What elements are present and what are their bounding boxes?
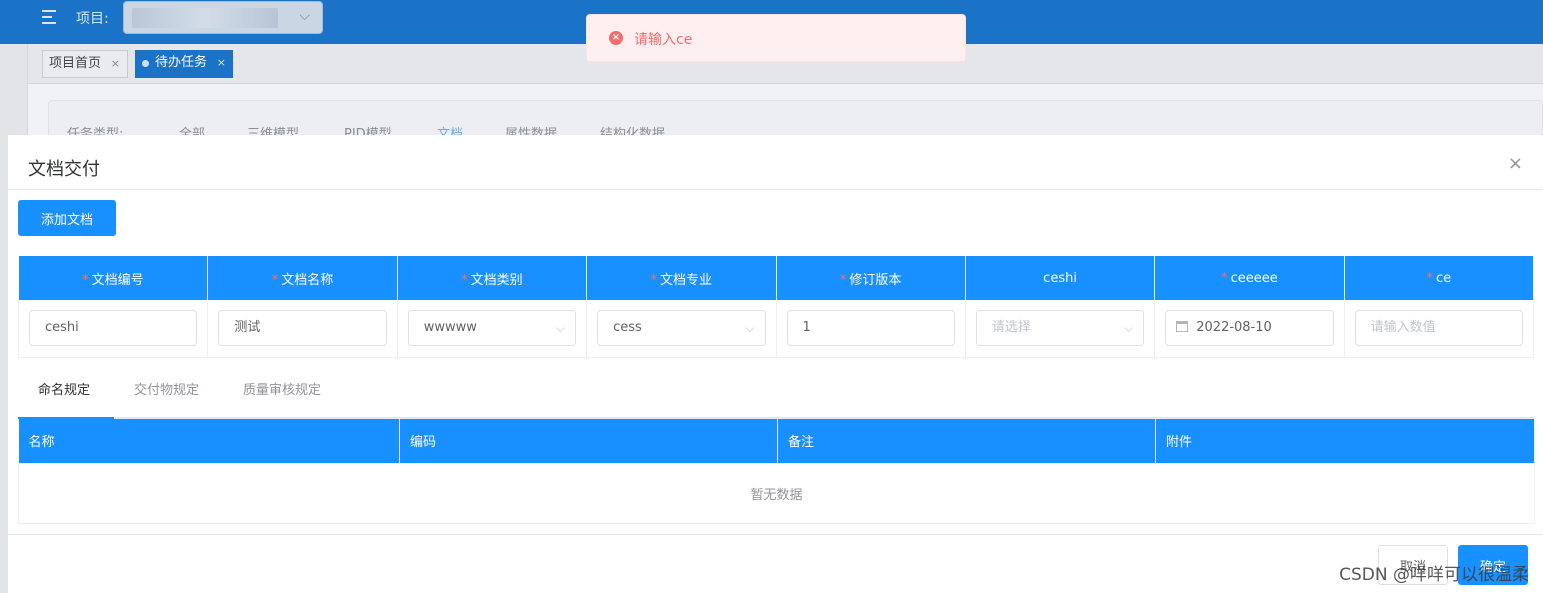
tab-deliverable-rules[interactable]: 交付物规定 <box>134 379 199 398</box>
table-row: ceshi 测试 wwwww ⌵ cess ⌵ 1 请选择 ⌵ 2022-08-10 … <box>17 300 1535 358</box>
doc-name-input[interactable]: 测试 <box>218 310 387 347</box>
ceshi-select[interactable]: 请选择 ⌵ <box>975 310 1145 347</box>
col-ce: * ce <box>1344 256 1535 300</box>
active-dot-icon <box>142 60 149 67</box>
col-doc-discipline: * 文档专业 <box>586 256 777 300</box>
dialog-title: 文档交付 <box>28 159 100 180</box>
rules-table: 名称 编码 备注 附件 暂无数据 <box>18 419 1535 524</box>
close-icon[interactable]: × <box>111 51 120 77</box>
col-attachment: 附件 <box>1155 419 1535 463</box>
col-doc-category: * 文档类别 <box>397 256 588 300</box>
tab-todo-tasks[interactable]: 待办任务 × <box>135 50 234 78</box>
col-doc-number: * 文档编号 <box>18 256 209 300</box>
table-header-row: 名称 编码 备注 附件 <box>18 419 1535 463</box>
document-delivery-dialog: 文档交付 × 添加文档 * 文档编号 * 文档名称 * 文档类别 * 文档专业 * 修订版… <box>8 135 1543 593</box>
ce-number-input[interactable]: 请输入数值 <box>1354 310 1523 347</box>
close-icon[interactable]: × <box>1508 153 1523 174</box>
doc-category-select[interactable]: wwwww ⌵ <box>407 310 577 347</box>
table-row: 暂无数据 <box>18 462 1535 524</box>
doc-number-input[interactable]: ceshi <box>29 310 198 347</box>
error-circle-icon: × <box>609 31 623 45</box>
project-select[interactable]: ⌵ <box>123 1 323 34</box>
col-ceshi: ceshi <box>965 256 1156 300</box>
doc-discipline-select[interactable]: cess ⌵ <box>597 310 766 347</box>
dialog-footer: 取消 确定 <box>8 534 1543 593</box>
col-ceeeee: * ceeeee <box>1154 256 1345 300</box>
col-name: 名称 <box>18 419 400 463</box>
rule-tabs: 命名规定 交付物规定 质量审核规定 <box>18 365 1534 419</box>
close-icon[interactable]: × <box>217 50 226 76</box>
chevron-down-icon: ⌵ <box>299 8 310 24</box>
col-remark: 备注 <box>777 419 1156 463</box>
chevron-down-icon: ⌵ <box>1124 321 1134 336</box>
csdn-watermark: CSDN @咩咩可以很温柔 <box>1339 565 1529 585</box>
tab-project-home[interactable]: 项目首页 × <box>42 50 129 78</box>
col-code: 编码 <box>399 419 778 463</box>
col-doc-name: * 文档名称 <box>207 256 398 300</box>
chevron-down-icon: ⌵ <box>556 321 566 336</box>
toast-message: 请输入ce <box>634 32 693 48</box>
tab-naming-rules[interactable]: 命名规定 <box>38 379 90 398</box>
table-header-row: * 文档编号 * 文档名称 * 文档类别 * 文档专业 * 修订版本 ceshi * cee… <box>18 256 1535 300</box>
project-select-value-blurred <box>132 8 278 28</box>
project-label: 项目: <box>76 11 109 27</box>
dialog-header: 文档交付 × <box>8 135 1543 190</box>
revision-input[interactable]: 1 <box>786 310 955 347</box>
calendar-icon <box>1176 321 1189 333</box>
menu-fold-icon[interactable] <box>42 10 60 26</box>
document-table: * 文档编号 * 文档名称 * 文档类别 * 文档专业 * 修订版本 ceshi * cee… <box>17 256 1535 358</box>
col-revision: * 修订版本 <box>776 256 966 300</box>
error-toast: × 请输入ce <box>586 14 966 62</box>
empty-state-text: 暂无数据 <box>18 462 1535 524</box>
tab-quality-review-rules[interactable]: 质量审核规定 <box>243 379 321 398</box>
chevron-down-icon: ⌵ <box>745 321 755 336</box>
ceeeee-date-picker[interactable]: 2022-08-10 <box>1165 310 1334 347</box>
add-document-button[interactable]: 添加文档 <box>18 200 116 236</box>
